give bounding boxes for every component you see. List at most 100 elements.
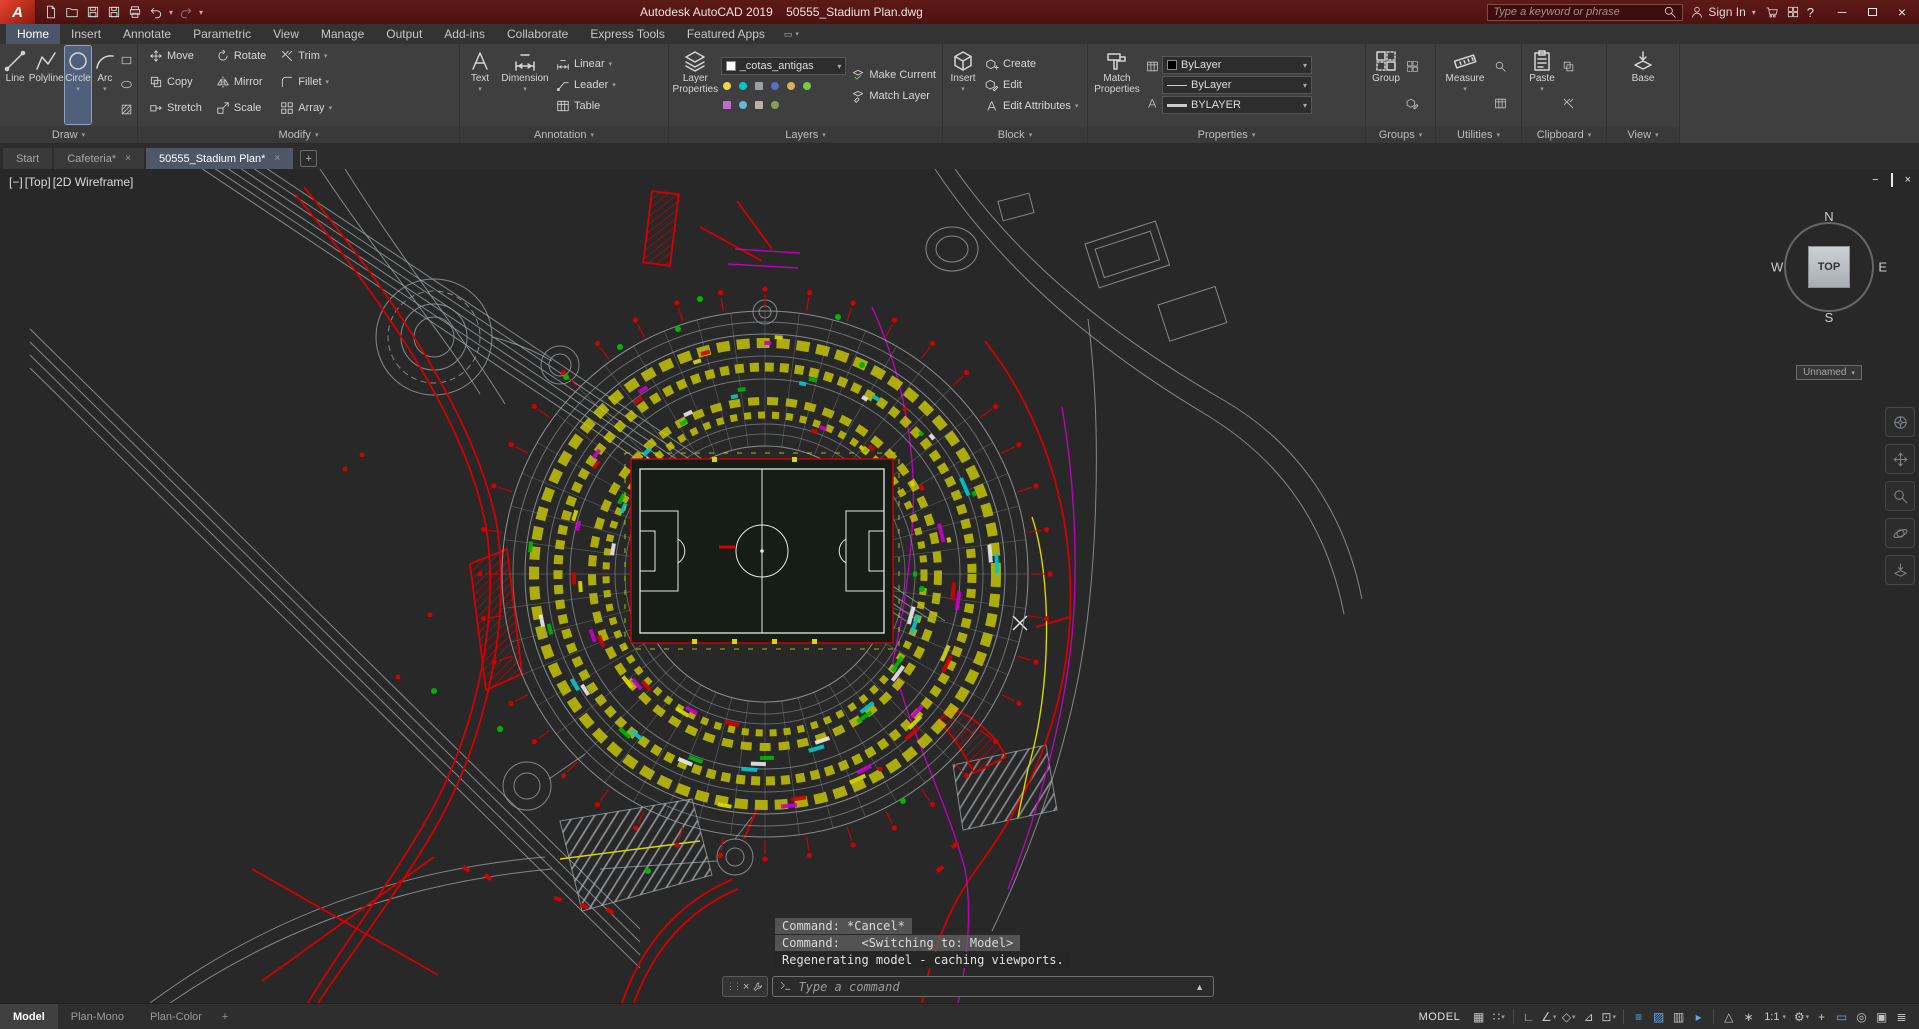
layer-isolate-icon[interactable] xyxy=(785,80,798,93)
close-tab-icon[interactable]: × xyxy=(125,153,131,164)
ribbon-tab-insert[interactable]: Insert xyxy=(60,24,112,44)
open-file-icon[interactable] xyxy=(62,2,82,22)
layer-off-icon[interactable] xyxy=(769,80,782,93)
minimize-window-icon[interactable]: ─ xyxy=(1827,0,1857,24)
dimension-button[interactable]: Dimension▾ xyxy=(499,46,551,124)
sign-in-button[interactable]: Sign In ▾ xyxy=(1690,0,1757,24)
properties-list-icon[interactable] xyxy=(1146,60,1159,73)
draw-panel-label[interactable]: Draw▾ xyxy=(0,126,137,143)
new-drawing-tab-icon[interactable]: + xyxy=(300,150,317,167)
text-button[interactable]: Text▾ xyxy=(463,46,497,124)
viewport-close-icon[interactable]: × xyxy=(1905,174,1911,186)
fillet-button[interactable]: Fillet▾ xyxy=(277,72,335,92)
show-motion-icon[interactable] xyxy=(1885,555,1915,585)
close-window-icon[interactable]: × xyxy=(1887,0,1917,24)
dynamic-input-icon[interactable]: ▸ xyxy=(1689,1007,1708,1027)
pan-icon[interactable] xyxy=(1885,444,1915,474)
match-layer-button[interactable]: Match Layer xyxy=(848,86,939,106)
edit-block-button[interactable]: Edit xyxy=(982,75,1081,95)
help-icon[interactable]: ? xyxy=(1807,0,1814,24)
lineweight-dropdown[interactable]: BYLAYER ▾ xyxy=(1162,96,1312,114)
layer-unisolate-icon[interactable] xyxy=(801,80,814,93)
edit-attributes-button[interactable]: Edit Attributes▾ xyxy=(982,96,1081,116)
linear-button[interactable]: Linear▾ xyxy=(553,54,619,74)
autocad-logo[interactable]: A xyxy=(0,0,36,24)
view-control[interactable]: [Top] xyxy=(24,175,52,189)
plot-icon[interactable] xyxy=(125,2,145,22)
close-tab-icon[interactable]: × xyxy=(274,153,280,164)
new-file-icon[interactable] xyxy=(41,2,61,22)
annotation-scale-control[interactable]: 1:1▾ xyxy=(1759,1011,1791,1023)
layer-dropdown[interactable]: _cotas_antigas ▾ xyxy=(721,57,847,75)
file-tab-start[interactable]: Start xyxy=(3,148,52,169)
exchange-apps-icon[interactable] xyxy=(1786,0,1800,24)
layer-walk-icon[interactable] xyxy=(721,99,734,112)
ellipse-icon[interactable] xyxy=(120,78,133,91)
layer-properties-button[interactable]: Layer Properties xyxy=(672,46,719,124)
grid-display-icon[interactable]: ▦ xyxy=(1469,1007,1488,1027)
ribbon-minimize-icon[interactable]: ▭ ▾ xyxy=(776,24,807,44)
cut-clip-icon[interactable] xyxy=(1562,97,1575,110)
quick-select-icon[interactable] xyxy=(1146,97,1159,110)
leader-button[interactable]: Leader▾ xyxy=(553,75,619,95)
undo-icon[interactable] xyxy=(146,2,166,22)
table-button[interactable]: Table xyxy=(553,96,619,116)
save-icon[interactable] xyxy=(83,2,103,22)
ribbon-tab-annotate[interactable]: Annotate xyxy=(112,24,182,44)
line-button[interactable]: Line xyxy=(3,46,27,124)
utilities-panel-label[interactable]: Utilities▾ xyxy=(1436,126,1521,143)
compass-west[interactable]: W xyxy=(1771,260,1783,275)
paste-button[interactable]: Paste▾ xyxy=(1525,46,1559,124)
layer-thaw-icon[interactable] xyxy=(737,99,750,112)
object-snap-icon[interactable]: ⊡▾ xyxy=(1599,1007,1618,1027)
visual-style-control[interactable]: [2D Wireframe] xyxy=(52,175,135,189)
clean-screen-icon[interactable]: ▣ xyxy=(1872,1007,1891,1027)
quick-calc-icon[interactable] xyxy=(1494,97,1507,110)
new-layout-icon[interactable]: + xyxy=(215,1004,235,1029)
customization-icon[interactable]: ≣ xyxy=(1892,1007,1911,1027)
copy-button[interactable]: Copy xyxy=(146,72,205,92)
customize-wrench-icon[interactable] xyxy=(752,981,764,993)
graphics-performance-icon[interactable]: ▭ xyxy=(1832,1007,1851,1027)
groups-panel-label[interactable]: Groups▾ xyxy=(1366,126,1435,143)
viewport-menu-control[interactable]: [−] xyxy=(8,175,24,189)
save-as-icon[interactable] xyxy=(104,2,124,22)
workspace-switching-icon[interactable]: ⚙▾ xyxy=(1792,1007,1811,1027)
ribbon-tab-manage[interactable]: Manage xyxy=(310,24,375,44)
selection-cycling-icon[interactable]: ▥ xyxy=(1669,1007,1688,1027)
layout-tab-plan-color[interactable]: Plan-Color xyxy=(137,1004,215,1029)
snap-mode-icon[interactable]: ∷▾ xyxy=(1489,1007,1508,1027)
match-properties-button[interactable]: Match Properties xyxy=(1091,46,1143,124)
model-space-toggle[interactable]: MODEL xyxy=(1411,1007,1469,1027)
layer-unlock-icon[interactable] xyxy=(753,99,766,112)
viewport-minimize-icon[interactable]: − xyxy=(1872,174,1878,186)
annotation-panel-label[interactable]: Annotation▾ xyxy=(460,126,668,143)
maximize-window-icon[interactable] xyxy=(1857,0,1887,24)
help-search-input[interactable] xyxy=(1493,6,1659,18)
linetype-dropdown[interactable]: ByLayer ▾ xyxy=(1162,76,1312,94)
view-panel-label[interactable]: View▾ xyxy=(1607,126,1679,143)
autoscale-icon[interactable]: ∗ xyxy=(1739,1007,1758,1027)
object-snap-tracking-icon[interactable]: ⊿ xyxy=(1579,1007,1598,1027)
polar-tracking-icon[interactable]: ∠▾ xyxy=(1539,1007,1558,1027)
object-color-dropdown[interactable]: ByLayer ▾ xyxy=(1162,56,1312,74)
circle-button[interactable]: Circle▾ xyxy=(65,46,91,124)
command-line-grip[interactable]: ⋮⋮ xyxy=(726,981,740,992)
annotation-monitor-icon[interactable]: + xyxy=(1812,1007,1831,1027)
layer-lock-icon[interactable] xyxy=(753,80,766,93)
ribbon-tab-home[interactable]: Home xyxy=(6,24,60,44)
insert-block-button[interactable]: Insert▾ xyxy=(946,46,980,124)
compass-south[interactable]: S xyxy=(1825,310,1834,325)
qat-customize-icon[interactable]: ▾ xyxy=(197,8,205,17)
rotate-button[interactable]: Rotate xyxy=(213,46,269,66)
layout-tab-plan-mono[interactable]: Plan-Mono xyxy=(58,1004,137,1029)
hatch-icon[interactable] xyxy=(120,103,133,116)
ungroup-icon[interactable] xyxy=(1406,60,1419,73)
modify-panel-label[interactable]: Modify▾ xyxy=(138,126,459,143)
rectangle-icon[interactable] xyxy=(120,54,133,67)
ribbon-tab-express-tools[interactable]: Express Tools xyxy=(579,24,675,44)
id-point-icon[interactable] xyxy=(1494,60,1507,73)
copy-clip-icon[interactable] xyxy=(1562,60,1575,73)
group-button[interactable]: Group xyxy=(1369,46,1403,124)
properties-panel-label[interactable]: Properties▾ xyxy=(1088,126,1365,143)
